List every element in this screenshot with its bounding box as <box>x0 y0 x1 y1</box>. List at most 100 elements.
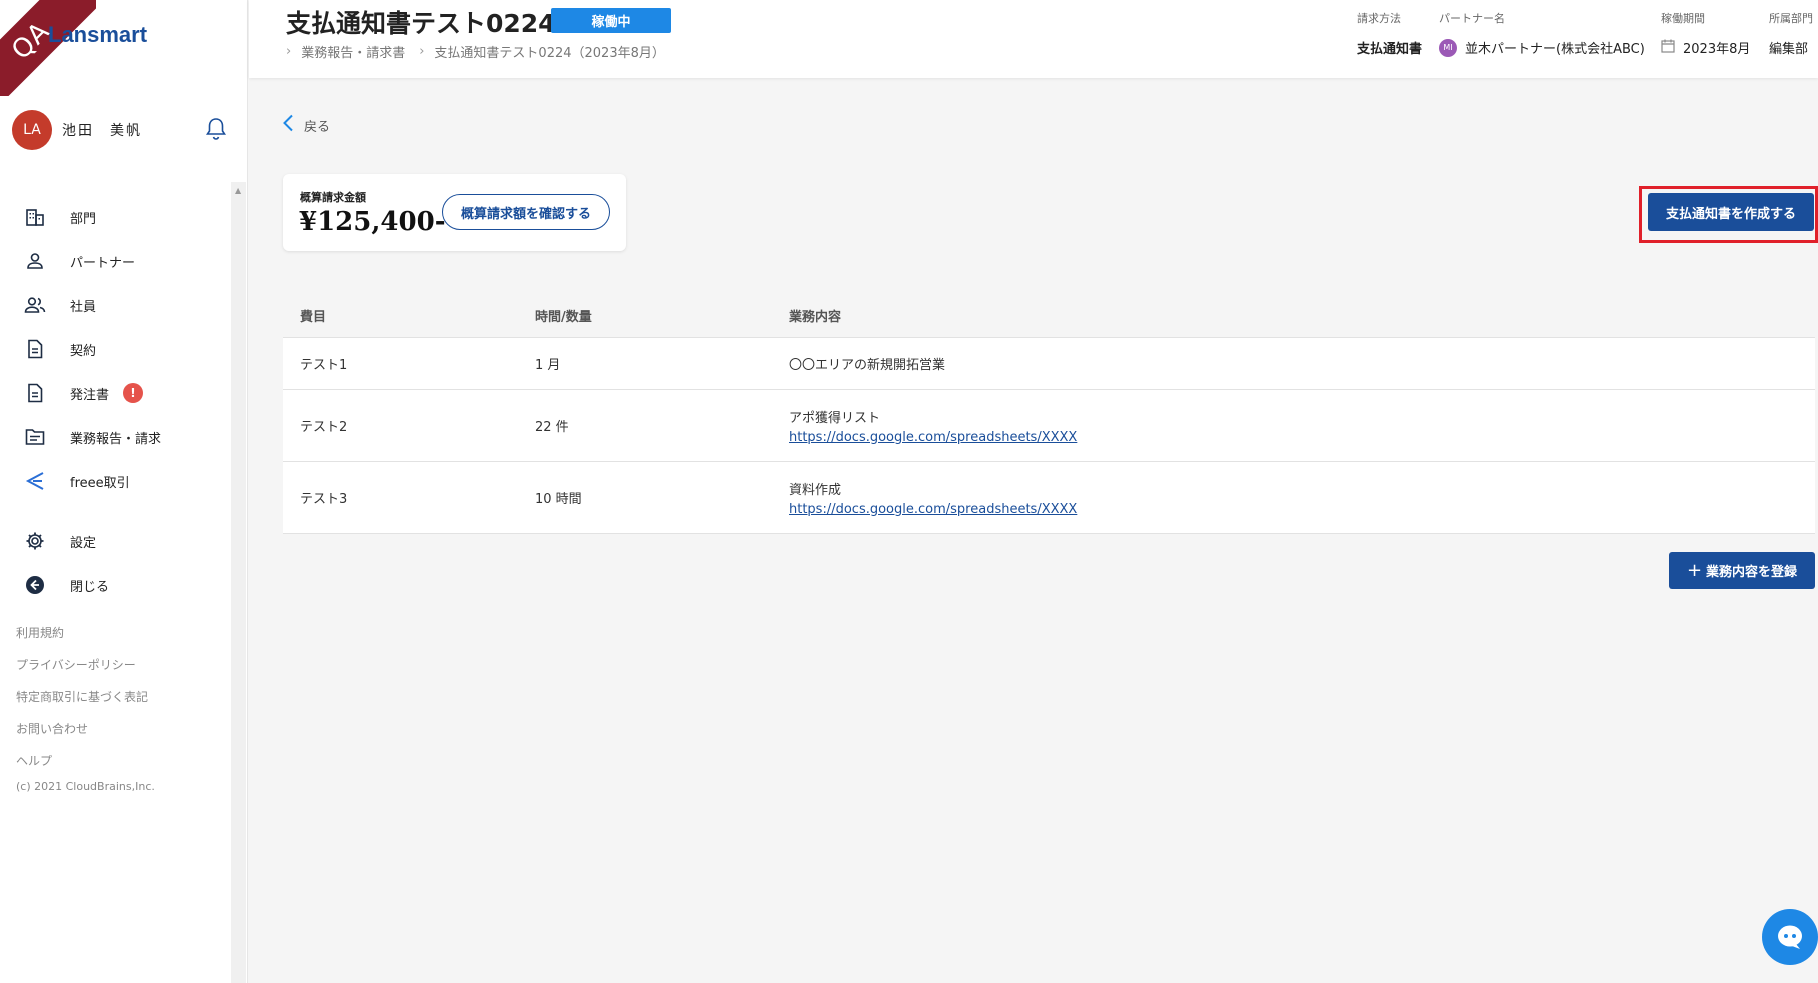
sidebar-item-label: freee取引 <box>70 475 130 491</box>
gear-icon <box>24 530 46 552</box>
sidebar-item-freee[interactable]: freee取引 <box>24 459 229 503</box>
status-badge: 稼働中 <box>551 8 671 33</box>
sidebar-item-reports-billing[interactable]: 業務報告・請求 <box>24 415 229 459</box>
confirm-estimate-button[interactable]: 概算請求額を確認する <box>442 194 610 230</box>
partner-avatar: MI <box>1439 38 1457 57</box>
content-cell: アポ獲得リスト https://docs.google.com/spreadsh… <box>789 407 1815 445</box>
sidebar-item-label: 社員 <box>70 299 97 315</box>
chevron-right-icon: › <box>419 44 425 59</box>
item-cell: テスト3 <box>300 492 348 507</box>
column-header: 業務内容 <box>789 309 842 325</box>
sidebar-item-contracts[interactable]: 契約 <box>24 327 229 371</box>
estimated-amount-label: 概算請求金額 <box>300 191 366 204</box>
back-link[interactable]: 戻る <box>282 114 330 136</box>
breadcrumb-item[interactable]: 業務報告・請求書 <box>301 42 405 61</box>
table-header: 費目 時間/数量 業務内容 <box>283 293 1815 338</box>
qty-cell: 22 件 <box>535 420 569 435</box>
breadcrumb-item: 支払通知書テスト0224（2023年8月） <box>434 46 665 61</box>
footer-links: 利用規約 プライバシーポリシー 特定商取引に基づく表記 お問い合わせ ヘルプ <box>16 617 148 777</box>
plus-icon: + <box>1686 560 1703 581</box>
work-period-label: 稼働期間 <box>1661 12 1705 25</box>
sidebar-item-label: パートナー <box>70 255 136 271</box>
alert-badge: ! <box>123 383 144 403</box>
partner-name: パートナー名 MI 並木パートナー(株式会社ABC) <box>1439 10 1645 57</box>
content-cell: 資料作成 https://docs.google.com/spreadsheet… <box>789 479 1815 517</box>
content-cell: 〇〇エリアの新規開拓営業 <box>789 358 946 373</box>
qty-cell: 10 時間 <box>535 492 582 507</box>
sidebar-item-label: 設定 <box>70 535 97 551</box>
department: 所属部門 編集部 <box>1769 10 1813 57</box>
qa-label: QA <box>0 0 96 96</box>
billing-method: 請求方法 支払通知書 <box>1357 10 1422 57</box>
billing-method-value: 支払通知書 <box>1357 42 1423 57</box>
sidebar-scrollbar[interactable]: ▲ <box>231 182 246 983</box>
page-header: 支払通知書テスト0224 稼働中 › 業務報告・請求書 › 支払通知書テスト02… <box>249 0 1818 78</box>
terms-link[interactable]: 利用規約 <box>16 617 148 649</box>
table-row[interactable]: テスト2 22 件 アポ獲得リスト https://docs.google.co… <box>283 390 1815 462</box>
qty-cell: 1 月 <box>535 358 561 373</box>
estimated-amount-card: 概算請求金額 ¥125,400- 概算請求額を確認する <box>283 174 626 251</box>
item-cell: テスト2 <box>300 420 348 435</box>
table-row[interactable]: テスト3 10 時間 資料作成 https://docs.google.com/… <box>283 462 1815 534</box>
sidebar-item-label: 閉じる <box>70 579 110 595</box>
item-cell: テスト1 <box>300 358 348 373</box>
sidebar: QA Lansmart LA 池田 美帆 部門 パートナー 社員 契約 発注書 … <box>0 0 248 983</box>
building-icon <box>24 206 46 228</box>
chevron-right-icon: › <box>286 44 292 59</box>
sidebar-item-label: 契約 <box>70 343 97 359</box>
copyright: (c) 2021 CloudBrains,Inc. <box>16 780 155 793</box>
sidebar-item-departments[interactable]: 部門 <box>24 195 229 239</box>
sidebar-item-label: 発注書 <box>70 387 110 403</box>
spreadsheet-link[interactable]: https://docs.google.com/spreadsheets/XXX… <box>789 430 1815 445</box>
back-circle-icon <box>24 574 46 596</box>
sidebar-item-label: 業務報告・請求 <box>70 431 162 447</box>
department-value: 編集部 <box>1769 42 1809 57</box>
register-work-item-label: 業務内容を登録 <box>1706 565 1798 580</box>
partner-name-label: パートナー名 <box>1439 12 1505 25</box>
content-text: 資料作成 <box>789 482 842 498</box>
user-profile[interactable]: LA 池田 美帆 <box>12 110 232 150</box>
freee-icon <box>24 470 46 492</box>
qa-ribbon: QA <box>0 0 96 96</box>
sidebar-item-purchase-orders[interactable]: 発注書 ! <box>24 371 229 415</box>
back-label: 戻る <box>304 119 331 135</box>
register-work-item-button[interactable]: + 業務内容を登録 <box>1669 552 1815 589</box>
folder-icon <box>24 426 46 448</box>
sidebar-nav: 部門 パートナー 社員 契約 発注書 ! 業務報告・請求 freee取引 設定 … <box>24 195 229 607</box>
spreadsheet-link[interactable]: https://docs.google.com/spreadsheets/XXX… <box>789 502 1815 517</box>
estimated-amount-value: ¥125,400- <box>299 207 446 237</box>
document-icon <box>24 382 46 404</box>
partner-name-value: 並木パートナー(株式会社ABC) <box>1465 42 1645 57</box>
help-link[interactable]: ヘルプ <box>16 745 148 777</box>
sidebar-item-label: 部門 <box>70 211 97 227</box>
contact-link[interactable]: お問い合わせ <box>16 713 148 745</box>
privacy-link[interactable]: プライバシーポリシー <box>16 649 148 681</box>
chevron-left-icon <box>282 114 294 136</box>
work-period-value: 2023年8月 <box>1683 42 1751 57</box>
bell-icon[interactable] <box>204 116 228 142</box>
column-header: 時間/数量 <box>535 309 592 325</box>
calendar-icon <box>1661 39 1675 57</box>
commerce-law-link[interactable]: 特定商取引に基づく表記 <box>16 681 148 713</box>
table-row[interactable]: テスト1 1 月 〇〇エリアの新規開拓営業 <box>283 338 1815 390</box>
sidebar-item-settings[interactable]: 設定 <box>24 519 229 563</box>
department-label: 所属部門 <box>1769 12 1813 25</box>
app-logo[interactable]: Lansmart <box>48 22 147 48</box>
sidebar-item-partners[interactable]: パートナー <box>24 239 229 283</box>
scroll-up-icon[interactable]: ▲ <box>235 186 241 195</box>
people-icon <box>24 294 46 316</box>
chat-icon[interactable] <box>1762 909 1818 965</box>
billing-method-label: 請求方法 <box>1357 12 1401 25</box>
column-header: 費目 <box>300 309 327 325</box>
work-items-table: 費目 時間/数量 業務内容 テスト1 1 月 〇〇エリアの新規開拓営業 テスト2… <box>283 293 1815 534</box>
work-period: 稼働期間 2023年8月 <box>1661 10 1750 57</box>
user-name: 池田 美帆 <box>62 123 142 139</box>
content-text: アポ獲得リスト <box>789 410 881 426</box>
page-title: 支払通知書テスト0224 <box>286 9 556 38</box>
avatar: LA <box>12 110 52 150</box>
create-payment-notice-button[interactable]: 支払通知書を作成する <box>1648 193 1814 231</box>
person-icon <box>24 250 46 272</box>
breadcrumb: › 業務報告・請求書 › 支払通知書テスト0224（2023年8月） <box>286 42 679 61</box>
sidebar-item-close[interactable]: 閉じる <box>24 563 229 607</box>
sidebar-item-employees[interactable]: 社員 <box>24 283 229 327</box>
